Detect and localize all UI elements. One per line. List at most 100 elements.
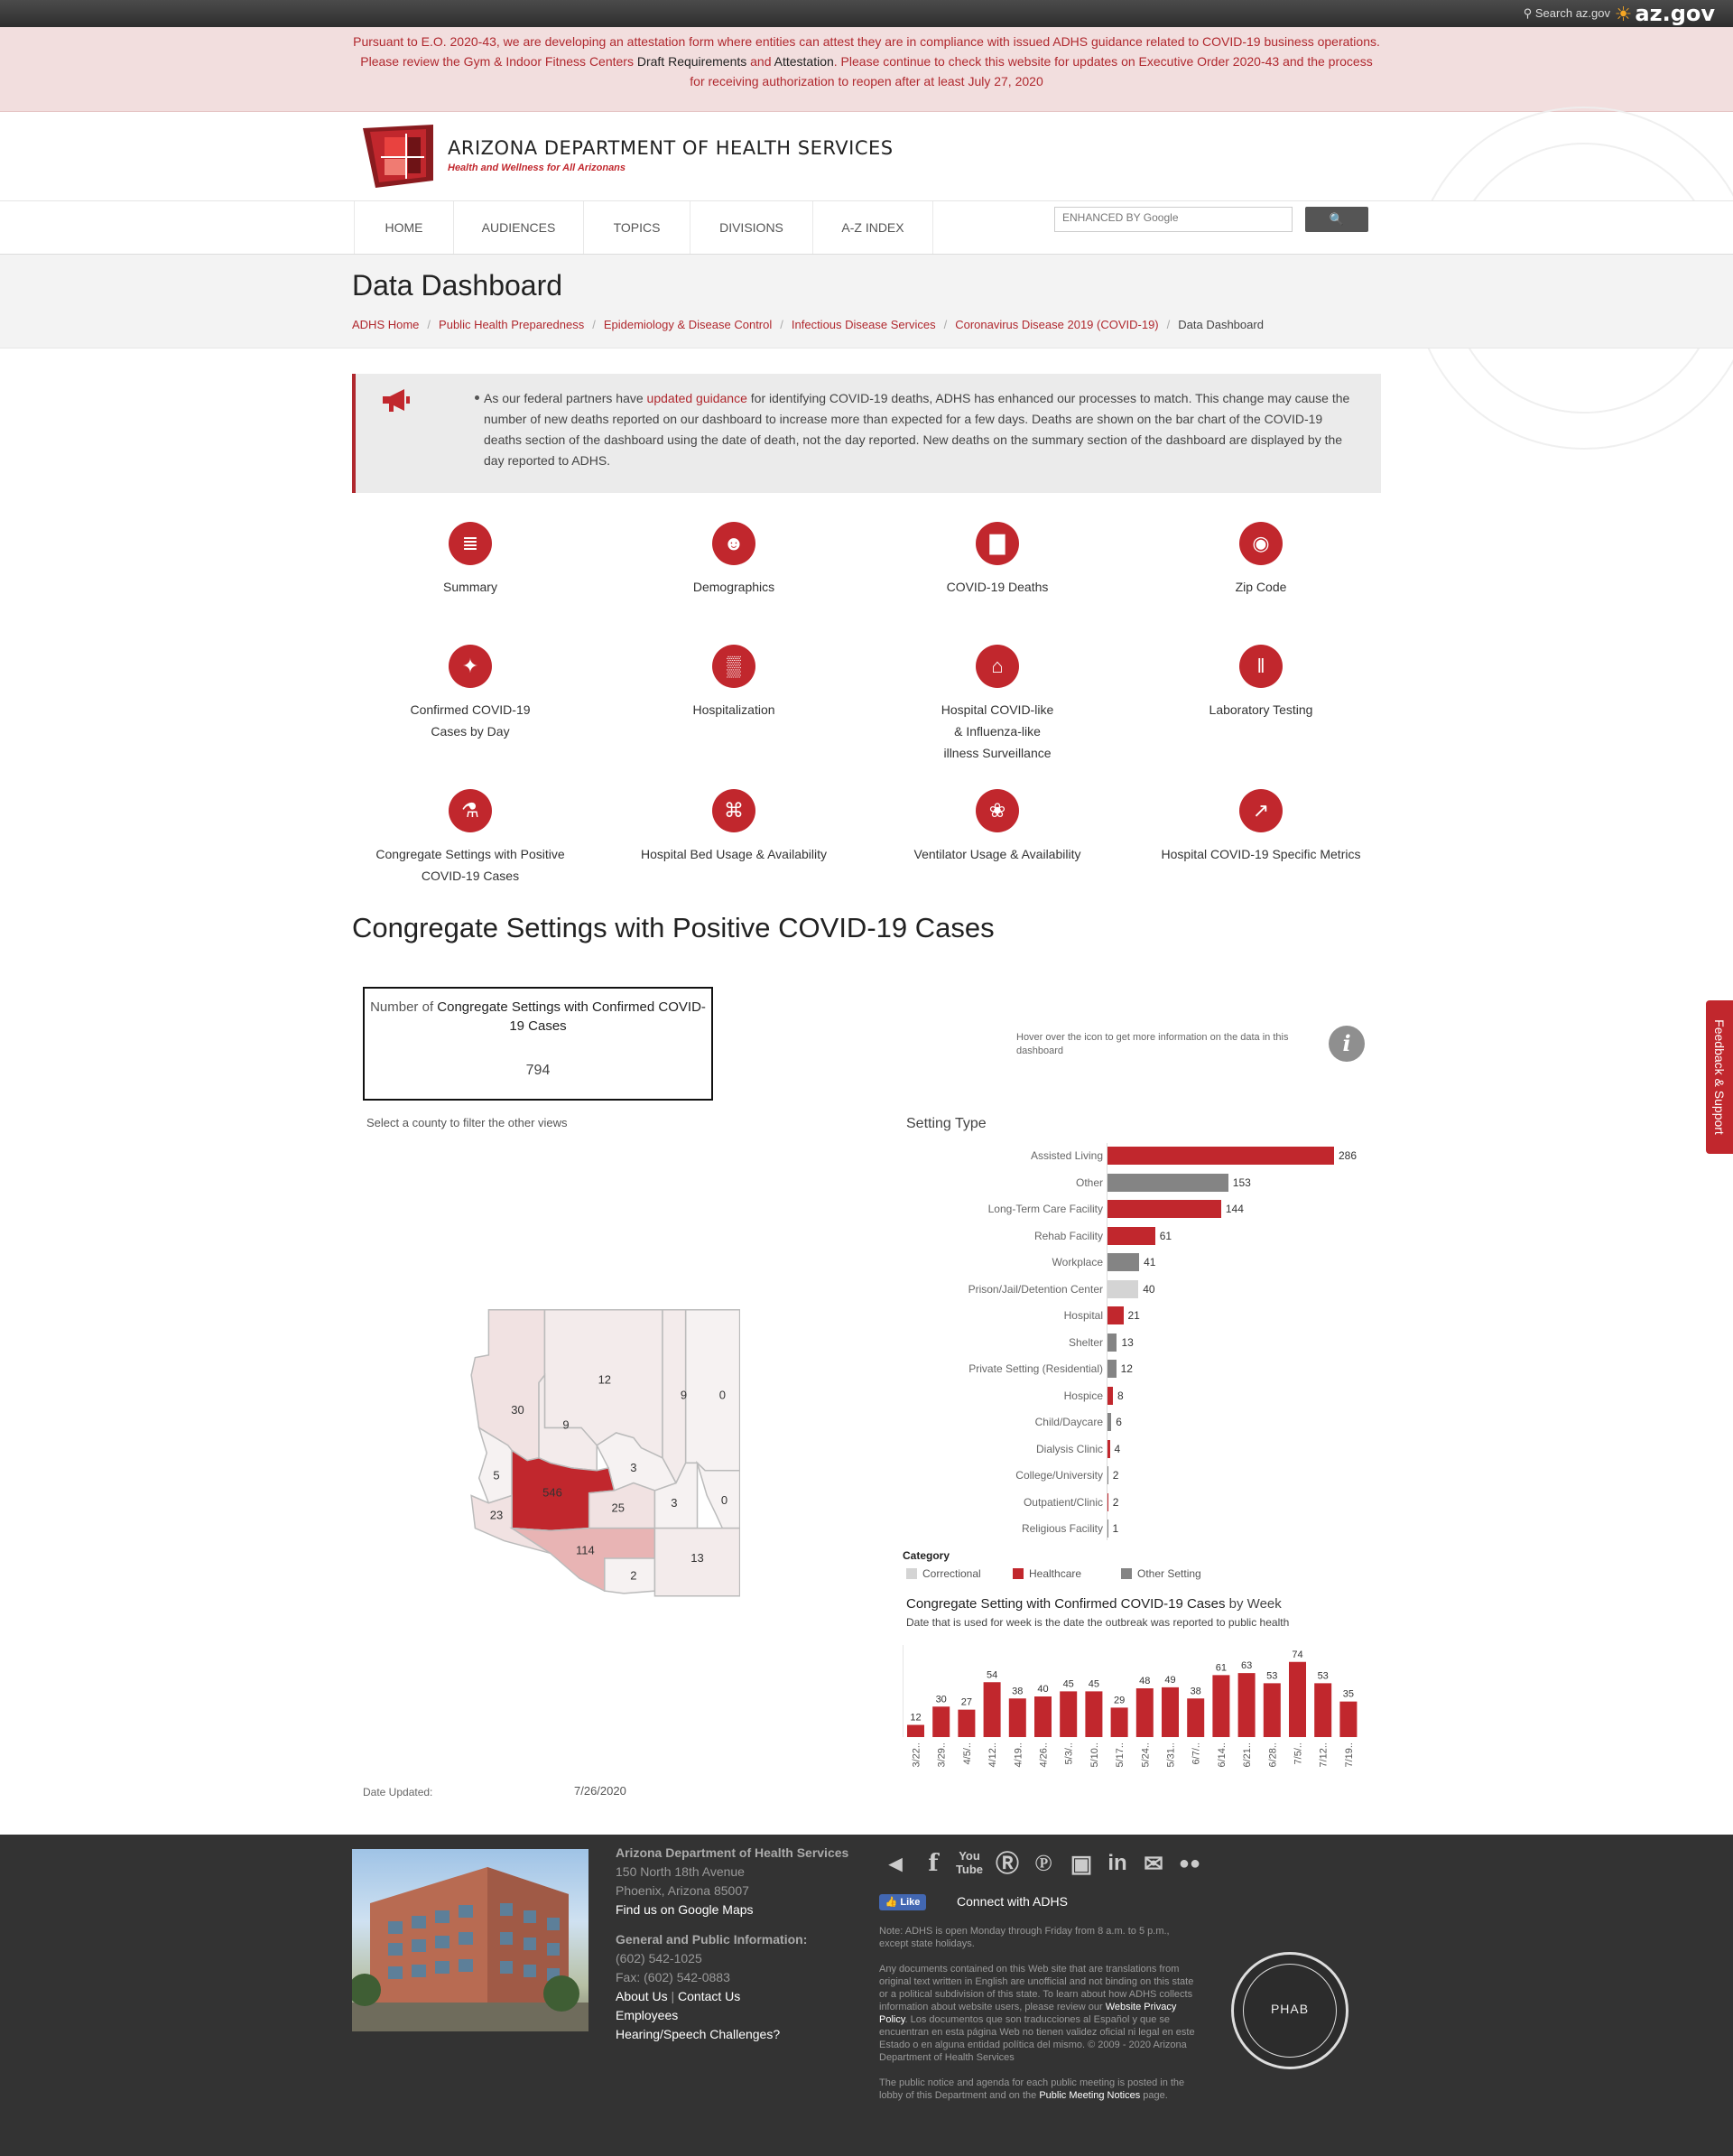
wordpress-icon[interactable]: Ⓡ xyxy=(993,1849,1022,1878)
weekly-bar[interactable] xyxy=(1085,1691,1103,1737)
tile-hospital-covid-19-specific-metrics[interactable]: ↗ Hospital COVID-19 Specific Metrics xyxy=(1130,789,1392,865)
notice-text-before: As our federal partners have xyxy=(484,391,647,405)
weekly-bar[interactable] xyxy=(983,1682,1001,1737)
tile-zip-code[interactable]: ◉ Zip Code xyxy=(1130,522,1392,598)
attestation-link[interactable]: Attestation xyxy=(774,54,834,69)
date-updated-label: Date Updated: xyxy=(363,1786,433,1798)
twitter-icon[interactable]: ◄ xyxy=(881,1849,910,1878)
setting-bar[interactable] xyxy=(1107,1147,1334,1165)
nav-topics[interactable]: TOPICS xyxy=(583,201,690,254)
tile-hospitalization[interactable]: ▒ Hospitalization xyxy=(603,645,865,720)
setting-bar[interactable] xyxy=(1107,1253,1140,1271)
agency-tagline: Health and Wellness for All Arizonans xyxy=(448,163,626,173)
search-az-gov-link[interactable]: ⚲ Search az.gov xyxy=(1524,6,1610,21)
feedback-support-tab[interactable]: Feedback & Support xyxy=(1706,1000,1733,1154)
weekly-bar[interactable] xyxy=(1135,1688,1154,1737)
setting-bar[interactable] xyxy=(1107,1173,1228,1192)
facebook-icon[interactable]: f xyxy=(919,1849,948,1878)
tile-label: Laboratory Testing xyxy=(1209,702,1313,717)
setting-bar[interactable] xyxy=(1107,1200,1221,1218)
tile-hospital-covid-like[interactable]: ⌂ Hospital COVID-like & Influenza-like illn… xyxy=(866,645,1128,764)
tile-congregate-settings-with-positive[interactable]: ⚗ Congregate Settings with Positive COVID-… xyxy=(339,789,601,887)
legend-item-healthcare[interactable]: Healthcare xyxy=(1013,1567,1081,1580)
weekly-bar[interactable] xyxy=(1162,1687,1179,1737)
draft-requirements-link[interactable]: Draft Requirements xyxy=(637,54,746,69)
tile-demographics[interactable]: ☻ Demographics xyxy=(603,522,865,598)
weekly-bar[interactable] xyxy=(1314,1683,1332,1737)
weekly-bar[interactable] xyxy=(932,1706,950,1737)
site-search-button[interactable]: 🔍 xyxy=(1305,207,1368,232)
setting-bar[interactable] xyxy=(1107,1386,1114,1405)
contact-us-link[interactable]: Contact Us xyxy=(678,1989,740,2003)
facebook-like-button[interactable]: 👍 Like xyxy=(879,1894,926,1910)
tile-laboratory-testing[interactable]: ‖ Laboratory Testing xyxy=(1130,645,1392,720)
weekly-bar[interactable] xyxy=(1212,1675,1230,1737)
legend-item-correctional[interactable]: Correctional xyxy=(906,1567,981,1580)
employees-link[interactable]: Employees xyxy=(616,2006,850,2025)
email-icon[interactable]: ✉ xyxy=(1139,1849,1168,1878)
setting-bar[interactable] xyxy=(1107,1360,1117,1378)
phab-accreditation-seal[interactable]: PHAB xyxy=(1231,1952,1348,2069)
weekly-bar[interactable] xyxy=(1263,1683,1281,1737)
weekly-bar[interactable] xyxy=(1237,1673,1256,1737)
county-greenlee[interactable] xyxy=(695,1460,740,1529)
weekly-bar[interactable] xyxy=(1008,1698,1026,1737)
nav-divisions[interactable]: DIVISIONS xyxy=(690,201,812,254)
legend-item-other-setting[interactable]: Other Setting xyxy=(1121,1567,1201,1580)
setting-bar[interactable] xyxy=(1107,1279,1139,1298)
breadcrumb-public-health-preparedness[interactable]: Public Health Preparedness xyxy=(439,318,584,331)
weekly-category-label: 4/5/.. xyxy=(962,1742,973,1764)
adhs-logo[interactable]: ARIZONA DEPARTMENT OF HEALTH SERVICES He… xyxy=(363,123,904,190)
instagram-icon[interactable]: ▣ xyxy=(1067,1849,1096,1878)
weekly-bar[interactable] xyxy=(1110,1707,1128,1737)
pinterest-icon[interactable]: ℗ xyxy=(1029,1849,1058,1878)
weekly-bar[interactable] xyxy=(1060,1691,1078,1737)
kpi-label: Number of Congregate Settings with Confi… xyxy=(365,998,711,1036)
hearing-speech-link[interactable]: Hearing/Speech Challenges? xyxy=(616,2025,850,2044)
tile-covid-19-deaths[interactable]: ▇ COVID-19 Deaths xyxy=(866,522,1128,598)
tile-confirmed-covid-19[interactable]: ✦ Confirmed COVID-19 Cases by Day xyxy=(339,645,601,742)
setting-bar[interactable] xyxy=(1107,1333,1117,1352)
county-apache[interactable] xyxy=(684,1309,740,1472)
site-search-input[interactable]: ENHANCED BY Google xyxy=(1054,207,1293,232)
weekly-bar[interactable] xyxy=(1187,1698,1205,1737)
legend-swatch xyxy=(1013,1568,1024,1579)
setting-bar[interactable] xyxy=(1107,1306,1124,1324)
weekly-bar[interactable] xyxy=(1339,1701,1358,1737)
az-gov-logo[interactable]: ☀ az.gov xyxy=(1615,1,1715,26)
google-maps-link[interactable]: Find us on Google Maps xyxy=(616,1902,754,1917)
footer-meeting-note: The public notice and agenda for each pu… xyxy=(879,2077,1195,2102)
nav-a-z-index[interactable]: A-Z INDEX xyxy=(812,201,933,254)
breadcrumb-infectious-disease[interactable]: Infectious Disease Services xyxy=(792,318,936,331)
tile-ventilator-usage-availability[interactable]: ❀ Ventilator Usage & Availability xyxy=(866,789,1128,865)
section-title: Congregate Settings with Positive COVID-… xyxy=(352,912,995,943)
weekly-bar[interactable] xyxy=(1289,1661,1306,1737)
public-meeting-notices-link[interactable]: Public Meeting Notices xyxy=(1039,2090,1140,2101)
weekly-bar[interactable] xyxy=(1034,1696,1052,1737)
weekly-category-label: 7/12.. xyxy=(1319,1742,1330,1768)
setting-bar-value: 21 xyxy=(1127,1309,1140,1322)
nav-home[interactable]: HOME xyxy=(354,201,453,254)
info-icon[interactable]: i xyxy=(1329,1026,1365,1062)
breadcrumb-adhs-home[interactable]: ADHS Home xyxy=(352,318,419,331)
setting-type-chart: Assisted Living 286 Other 153 Long-Term Care… xyxy=(906,1139,1376,1540)
tile-hospital-bed-usage-availability[interactable]: ⌘ Hospital Bed Usage & Availability xyxy=(603,789,865,865)
breadcrumb-epidemiology[interactable]: Epidemiology & Disease Control xyxy=(604,318,772,331)
weekly-category-label: 4/19.. xyxy=(1013,1742,1024,1768)
updated-guidance-link[interactable]: updated guidance xyxy=(647,391,747,405)
youtube-icon[interactable]: You Tube xyxy=(955,1849,984,1878)
setting-category-label: Hospital xyxy=(1063,1309,1103,1322)
nav-audiences[interactable]: AUDIENCES xyxy=(453,201,583,254)
flickr-icon[interactable]: ●● xyxy=(1175,1849,1204,1878)
weekly-bar-value: 74 xyxy=(1292,1650,1302,1660)
setting-category-label: College/University xyxy=(1015,1469,1103,1482)
linkedin-icon[interactable]: in xyxy=(1103,1849,1132,1878)
weekly-bar[interactable] xyxy=(958,1709,976,1737)
weekly-bar[interactable] xyxy=(907,1724,924,1738)
weekly-bar-value: 54 xyxy=(987,1669,997,1680)
setting-bar[interactable] xyxy=(1107,1226,1155,1245)
breadcrumb-covid-19[interactable]: Coronavirus Disease 2019 (COVID-19) xyxy=(955,318,1158,331)
about-us-link[interactable]: About Us xyxy=(616,1989,668,2003)
tile-summary[interactable]: ≣ Summary xyxy=(339,522,601,598)
weekly-category-label: 7/5/.. xyxy=(1293,1742,1304,1764)
